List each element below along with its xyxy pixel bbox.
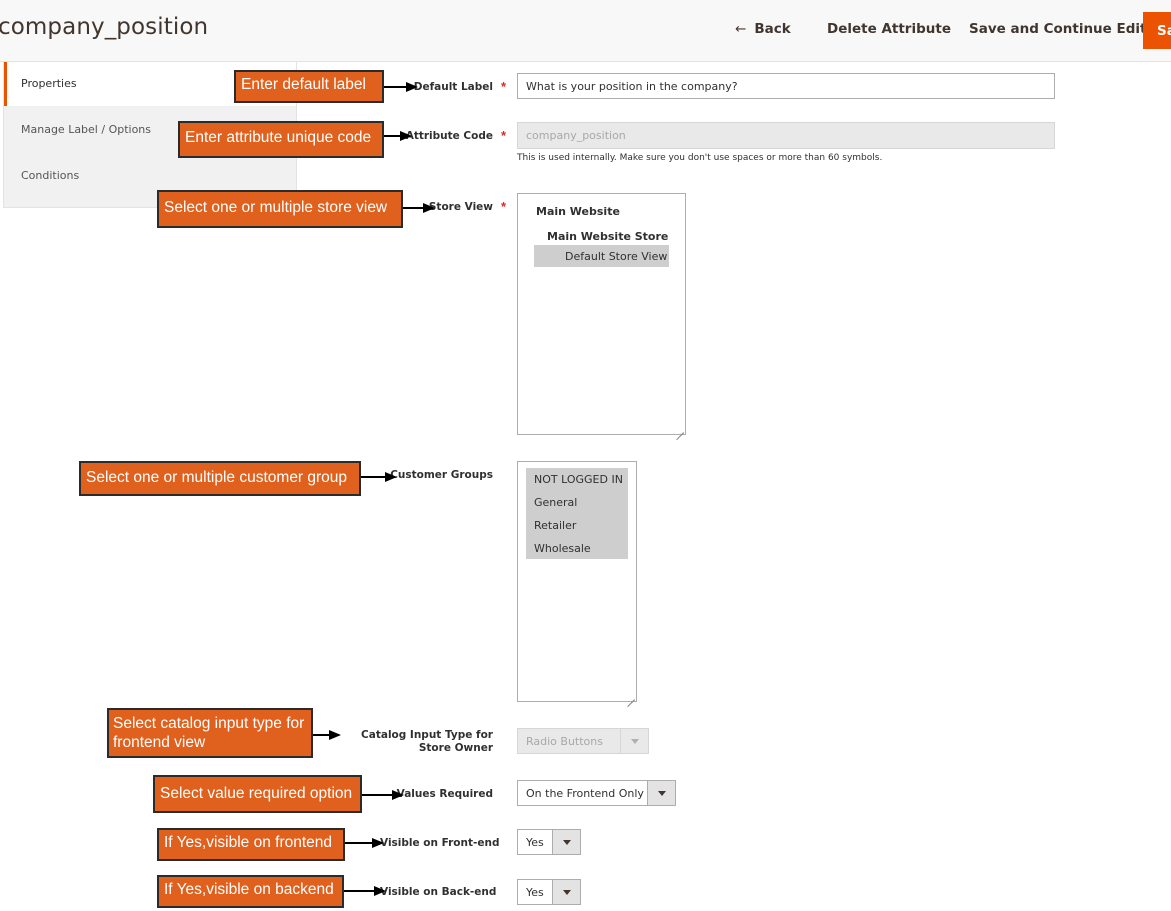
required-marker: * xyxy=(501,199,507,214)
resize-handle-icon[interactable] xyxy=(676,425,684,433)
store-view-default-option[interactable]: Default Store View xyxy=(534,245,669,267)
callout-visible-backend: If Yes,visible on backend xyxy=(157,875,344,908)
callout-values-required: Select value required option xyxy=(153,775,362,813)
customer-groups-multiselect[interactable]: NOT LOGGED IN General Retailer Wholesale xyxy=(517,461,637,702)
arrow-right-icon xyxy=(313,730,341,740)
values-required-select[interactable]: On the Frontend Only xyxy=(517,780,676,806)
delete-attribute-button[interactable]: Delete Attribute xyxy=(827,21,951,37)
chevron-down-icon xyxy=(647,781,675,805)
store-view-website-option[interactable]: Main Website xyxy=(536,205,620,218)
arrow-right-icon xyxy=(361,472,397,482)
arrow-right-icon xyxy=(345,838,384,848)
arrow-right-icon xyxy=(344,886,386,896)
customer-group-option[interactable]: NOT LOGGED IN xyxy=(526,468,628,491)
chevron-down-icon xyxy=(552,830,580,854)
customer-group-option[interactable]: General xyxy=(526,491,628,514)
resize-handle-icon[interactable] xyxy=(627,692,635,700)
callout-default-label: Enter default label xyxy=(234,70,384,103)
callout-attribute-code: Enter attribute unique code xyxy=(178,121,384,158)
visible-backend-value: Yes xyxy=(526,886,544,899)
arrow-right-icon xyxy=(362,790,404,800)
back-button-label: Back xyxy=(754,21,791,37)
catalog-input-type-label: Catalog Input Type for Store Owner xyxy=(361,729,493,754)
values-required-label: Values Required xyxy=(396,788,493,800)
arrow-right-icon xyxy=(384,82,418,92)
page: company_position ← Back Delete Attribute … xyxy=(0,0,1171,911)
callout-customer-groups: Select one or multiple customer group xyxy=(79,461,361,496)
catalog-input-type-select[interactable]: Radio Buttons xyxy=(517,728,649,754)
arrow-right-icon xyxy=(384,131,412,141)
callout-store-view: Select one or multiple store view xyxy=(157,190,403,228)
catalog-input-type-value: Radio Buttons xyxy=(526,735,603,748)
required-marker: * xyxy=(501,128,507,143)
arrow-right-icon xyxy=(403,203,435,213)
visible-frontend-value: Yes xyxy=(526,836,544,849)
visible-backend-label: Visible on Back-end xyxy=(380,886,497,898)
back-button[interactable]: ← Back xyxy=(735,21,791,37)
visible-backend-select[interactable]: Yes xyxy=(517,879,581,905)
attribute-code-input[interactable] xyxy=(517,122,1055,149)
chevron-down-icon xyxy=(620,729,648,753)
page-title: company_position xyxy=(0,14,209,40)
arrow-left-icon: ← xyxy=(735,21,747,37)
callout-visible-frontend: If Yes,visible on frontend xyxy=(157,828,345,861)
visible-frontend-label: Visible on Front-end xyxy=(380,837,500,849)
chevron-down-icon xyxy=(552,880,580,904)
page-header: company_position ← Back Delete Attribute … xyxy=(0,0,1171,62)
store-view-store-option[interactable]: Main Website Store xyxy=(547,230,668,243)
customer-group-option[interactable]: Wholesale xyxy=(526,537,628,559)
attribute-code-label: Attribute Code xyxy=(405,130,493,142)
default-label-input[interactable] xyxy=(517,73,1055,99)
callout-catalog-input-type: Select catalog input type for frontend v… xyxy=(107,708,313,758)
attribute-code-note: This is used internally. Make sure you d… xyxy=(517,153,883,163)
store-view-multiselect[interactable]: Main Website Main Website Store Default … xyxy=(517,193,686,435)
save-attribute-button[interactable]: Save Attribute xyxy=(1143,12,1171,49)
required-marker: * xyxy=(501,79,507,94)
values-required-value: On the Frontend Only xyxy=(526,787,644,800)
customer-group-option[interactable]: Retailer xyxy=(526,514,628,537)
save-and-continue-button[interactable]: Save and Continue Edit xyxy=(969,21,1147,37)
visible-frontend-select[interactable]: Yes xyxy=(517,829,581,855)
